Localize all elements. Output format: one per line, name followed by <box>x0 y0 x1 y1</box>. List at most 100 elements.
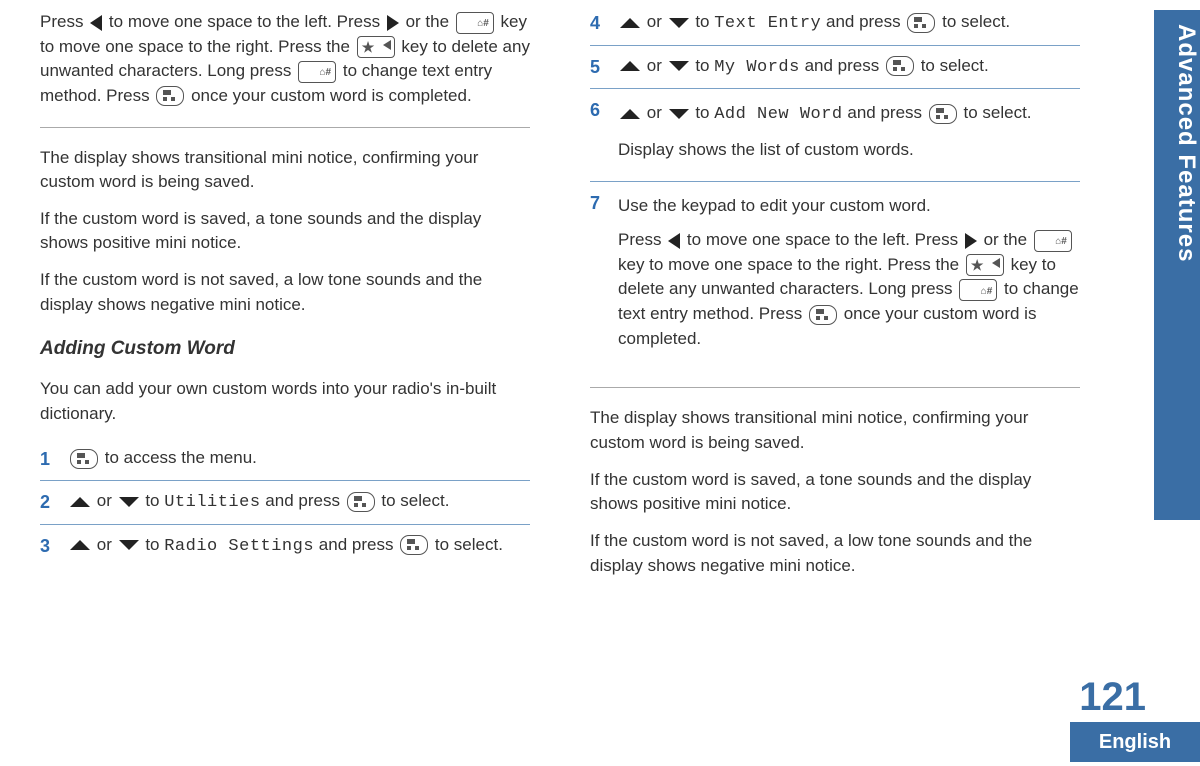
result-paragraph: If the custom word is not saved, a low t… <box>590 529 1080 578</box>
nav-right-icon <box>965 233 977 249</box>
result-paragraph: If the custom word is saved, a tone soun… <box>40 207 530 256</box>
section-description: You can add your own custom words into y… <box>40 377 530 426</box>
text: Display shows the list of custom words. <box>618 138 1080 163</box>
step-body: or to Utilities and press to select. <box>68 489 530 516</box>
hash-key-icon: ⌂# <box>456 12 494 34</box>
text: to select. <box>964 103 1032 122</box>
step: 2 or to Utilities and press to select. <box>40 480 530 524</box>
ok-button-icon <box>156 86 184 106</box>
text: or <box>97 491 117 510</box>
steps-list: 4 or to Text Entry and press to select. … <box>590 10 1080 369</box>
ok-button-icon <box>400 535 428 555</box>
text: or <box>647 56 667 75</box>
intro-paragraph: Press to move one space to the left. Pre… <box>40 10 530 109</box>
star-delete-key-icon: ★ <box>966 254 1004 276</box>
text: to <box>695 56 714 75</box>
text: and press <box>826 12 905 31</box>
ok-button-icon <box>929 104 957 124</box>
nav-up-icon <box>620 109 640 119</box>
nav-left-icon <box>90 15 102 31</box>
step: 4 or to Text Entry and press to select. <box>590 10 1080 45</box>
star-delete-key-icon: ★ <box>357 36 395 58</box>
text: to <box>695 103 714 122</box>
text: once your custom word is completed. <box>191 86 472 105</box>
right-column: 4 or to Text Entry and press to select. … <box>590 10 1080 590</box>
ok-button-icon <box>347 492 375 512</box>
nav-down-icon <box>669 61 689 71</box>
nav-up-icon <box>70 497 90 507</box>
text: and press <box>847 103 926 122</box>
steps-list: 1 to access the menu. 2 or to Utilities … <box>40 438 530 567</box>
text: or the <box>406 12 454 31</box>
step-number: 5 <box>590 54 618 81</box>
menu-label: My Words <box>714 58 800 77</box>
menu-label: Add New Word <box>714 105 842 124</box>
menu-label: Radio Settings <box>164 537 314 556</box>
step-number: 2 <box>40 489 68 516</box>
language-tab: English <box>1070 722 1200 762</box>
section-tab: Advanced Features <box>1154 10 1200 520</box>
text: Press <box>40 12 88 31</box>
text: and press <box>319 535 398 554</box>
hash-key-icon: ⌂# <box>959 279 997 301</box>
menu-label: Text Entry <box>714 14 821 33</box>
text: to select. <box>921 56 989 75</box>
step: 3 or to Radio Settings and press to sele… <box>40 524 530 568</box>
step: 5 or to My Words and press to select. <box>590 45 1080 89</box>
nav-left-icon <box>668 233 680 249</box>
menu-label: Utilities <box>164 493 260 512</box>
text: key to move one space to the right. Pres… <box>618 255 964 274</box>
step: 6 or to Add New Word and press to select… <box>590 88 1080 180</box>
result-paragraph: The display shows transitional mini noti… <box>40 146 530 195</box>
ok-button-icon <box>907 13 935 33</box>
step-number: 7 <box>590 190 618 362</box>
nav-down-icon <box>119 540 139 550</box>
text: to select. <box>381 491 449 510</box>
step-number: 4 <box>590 10 618 37</box>
step-number: 3 <box>40 533 68 560</box>
page-content: Press to move one space to the left. Pre… <box>0 0 1200 590</box>
text: to <box>145 535 164 554</box>
text: or the <box>984 230 1032 249</box>
text: to move one space to the left. Press <box>687 230 963 249</box>
text: and press <box>805 56 884 75</box>
text: or <box>97 535 117 554</box>
text: Use the keypad to edit your custom word. <box>618 194 1080 219</box>
nav-down-icon <box>119 497 139 507</box>
ok-button-icon <box>809 305 837 325</box>
left-column: Press to move one space to the left. Pre… <box>40 10 530 590</box>
text: to select. <box>942 12 1010 31</box>
step: 1 to access the menu. <box>40 438 530 480</box>
ok-button-icon <box>886 56 914 76</box>
result-paragraph: The display shows transitional mini noti… <box>590 406 1080 455</box>
step-body: to access the menu. <box>68 446 530 472</box>
text: Press <box>618 230 666 249</box>
nav-up-icon <box>70 540 90 550</box>
text: to access the menu. <box>105 448 257 467</box>
step-body: or to Radio Settings and press to select… <box>68 533 530 560</box>
hash-key-icon: ⌂# <box>298 61 336 83</box>
text: to move one space to the left. Press <box>109 12 385 31</box>
step-body: or to My Words and press to select. <box>618 54 1080 81</box>
text: to select. <box>435 535 503 554</box>
nav-right-icon <box>387 15 399 31</box>
step: 7 Use the keypad to edit your custom wor… <box>590 181 1080 370</box>
nav-up-icon <box>620 18 640 28</box>
text: or <box>647 12 667 31</box>
text: to <box>145 491 164 510</box>
nav-down-icon <box>669 109 689 119</box>
nav-up-icon <box>620 61 640 71</box>
section-heading: Adding Custom Word <box>40 335 530 363</box>
step-body: or to Text Entry and press to select. <box>618 10 1080 37</box>
nav-down-icon <box>669 18 689 28</box>
step-number: 6 <box>590 97 618 172</box>
divider <box>40 127 530 128</box>
text: to <box>695 12 714 31</box>
result-paragraph: If the custom word is not saved, a low t… <box>40 268 530 317</box>
step-body: or to Add New Word and press to select. … <box>618 97 1080 172</box>
text: or <box>647 103 667 122</box>
text: and press <box>265 491 344 510</box>
ok-button-icon <box>70 449 98 469</box>
page-number: 121 <box>1079 675 1146 720</box>
result-paragraph: If the custom word is saved, a tone soun… <box>590 468 1080 517</box>
